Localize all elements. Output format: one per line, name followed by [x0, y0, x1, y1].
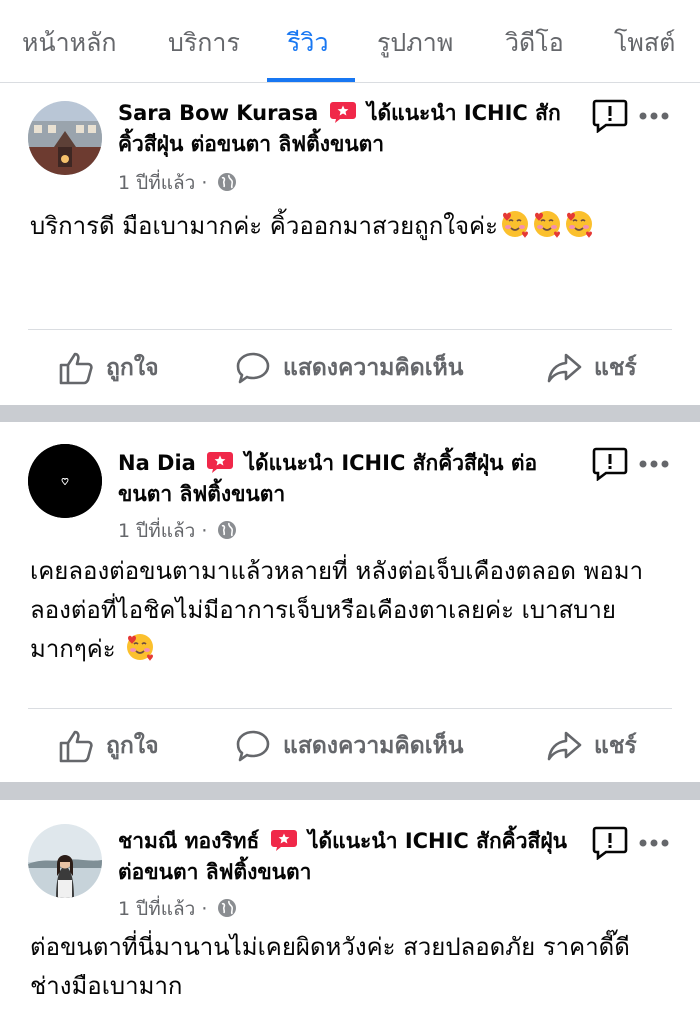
post-header: Sara Bow Kurasa ได้แนะนำ ICHIC สักคิ้วสี…: [118, 98, 578, 160]
smiling-face-with-hearts-icon: [532, 209, 562, 239]
thumbs-up-icon: [59, 352, 93, 385]
recommend-icon: [207, 451, 233, 473]
share-button[interactable]: แชร์: [546, 716, 637, 776]
post-header: ชามณี ทองริทธ์ ได้แนะนำ ICHIC สักคิ้วสีฝ…: [118, 826, 578, 888]
post-time[interactable]: 1 ปีที่แล้ว: [118, 898, 195, 920]
smiling-face-with-hearts-icon: [125, 632, 155, 662]
post-time[interactable]: 1 ปีที่แล้ว: [118, 172, 195, 194]
recommend-verb: ได้แนะนำ: [366, 101, 457, 125]
review-post: ชามณี ทองริทธ์ ได้แนะนำ ICHIC สักคิ้วสีฝ…: [0, 800, 700, 1024]
post-separator: [0, 782, 700, 800]
post-actions: ถูกใจ แสดงความคิดเห็น แชร์: [0, 716, 700, 776]
review-text-content: เคยลองต่อขนตามาแล้วหลายที่ หลังต่อเจ็บเค…: [30, 557, 644, 663]
recommend-icon: [271, 829, 297, 851]
tab-services[interactable]: บริการ: [168, 0, 240, 82]
review-text-content: ต่อขนตาที่นี่มานานไม่เคยผิดหวังค่ะ สวยปล…: [30, 933, 630, 1000]
comment-label: แสดงความคิดเห็น: [283, 355, 464, 381]
smiling-face-with-hearts-icon: [564, 209, 594, 239]
tab-photos[interactable]: รูปภาพ: [377, 0, 453, 82]
thumbs-up-icon: [59, 730, 93, 763]
comment-button[interactable]: แสดงความคิดเห็น: [235, 338, 463, 398]
tab-posts[interactable]: โพสต์: [614, 0, 675, 82]
like-button[interactable]: ถูกใจ: [58, 338, 159, 398]
divider: [28, 708, 672, 709]
post-time[interactable]: 1 ปีที่แล้ว: [118, 520, 195, 542]
post-meta: 1 ปีที่แล้ว ·: [118, 894, 237, 924]
recommend-icon: [330, 101, 356, 123]
avatar[interactable]: [28, 824, 102, 898]
comment-button[interactable]: แสดงความคิดเห็น: [235, 716, 463, 776]
review-post: Na Dia ได้แนะนำ ICHIC สักคิ้วสีฝุ่น ต่อข…: [0, 422, 700, 782]
avatar[interactable]: [28, 444, 102, 518]
share-icon: [547, 731, 582, 761]
more-options-icon[interactable]: [638, 838, 670, 848]
author-name[interactable]: ชามณี ทองริทธ์: [118, 829, 259, 853]
globe-icon: [217, 898, 237, 918]
recommend-verb: ได้แนะนำ: [244, 451, 335, 475]
tab-videos[interactable]: วิดีโอ: [505, 0, 564, 82]
report-icon[interactable]: [592, 826, 628, 860]
post-separator: [0, 405, 700, 422]
author-name[interactable]: Na Dia: [118, 451, 196, 475]
share-label: แชร์: [594, 733, 637, 759]
review-post: Sara Bow Kurasa ได้แนะนำ ICHIC สักคิ้วสี…: [0, 83, 700, 405]
post-meta: 1 ปีที่แล้ว ·: [118, 168, 237, 198]
review-text: ต่อขนตาที่นี่มานานไม่เคยผิดหวังค่ะ สวยปล…: [30, 928, 670, 1006]
post-actions: ถูกใจ แสดงความคิดเห็น แชร์: [0, 338, 700, 398]
comment-label: แสดงความคิดเห็น: [283, 733, 464, 759]
globe-icon: [217, 172, 237, 192]
report-icon[interactable]: [592, 447, 628, 481]
share-icon: [547, 353, 582, 383]
comment-icon: [236, 352, 270, 384]
like-label: ถูกใจ: [106, 355, 159, 381]
active-tab-indicator: [267, 78, 355, 82]
share-button[interactable]: แชร์: [546, 338, 637, 398]
report-icon[interactable]: [592, 99, 628, 133]
globe-icon: [217, 520, 237, 540]
more-options-icon[interactable]: [638, 111, 670, 121]
divider: [28, 329, 672, 330]
tab-bar: หน้าหลัก บริการ รีวิว รูปภาพ วิดีโอ โพสต…: [0, 0, 700, 83]
like-button[interactable]: ถูกใจ: [58, 716, 159, 776]
like-label: ถูกใจ: [106, 733, 159, 759]
more-options-icon[interactable]: [638, 459, 670, 469]
avatar[interactable]: [28, 101, 102, 175]
tab-home[interactable]: หน้าหลัก: [22, 0, 117, 82]
share-label: แชร์: [594, 355, 637, 381]
review-text: เคยลองต่อขนตามาแล้วหลายที่ หลังต่อเจ็บเค…: [30, 552, 670, 669]
author-name[interactable]: Sara Bow Kurasa: [118, 101, 318, 125]
tab-reviews[interactable]: รีวิว: [287, 0, 329, 82]
smiling-face-with-hearts-icon: [500, 209, 530, 239]
comment-icon: [236, 730, 270, 762]
review-text: บริการดี มือเบามากค่ะ คิ้วออกมาสวยถูกใจค…: [30, 207, 670, 246]
recommend-verb: ได้แนะนำ: [307, 829, 398, 853]
post-header: Na Dia ได้แนะนำ ICHIC สักคิ้วสีฝุ่น ต่อข…: [118, 448, 578, 510]
post-meta: 1 ปีที่แล้ว ·: [118, 516, 237, 546]
review-text-content: บริการดี มือเบามากค่ะ คิ้วออกมาสวยถูกใจค…: [30, 212, 498, 240]
